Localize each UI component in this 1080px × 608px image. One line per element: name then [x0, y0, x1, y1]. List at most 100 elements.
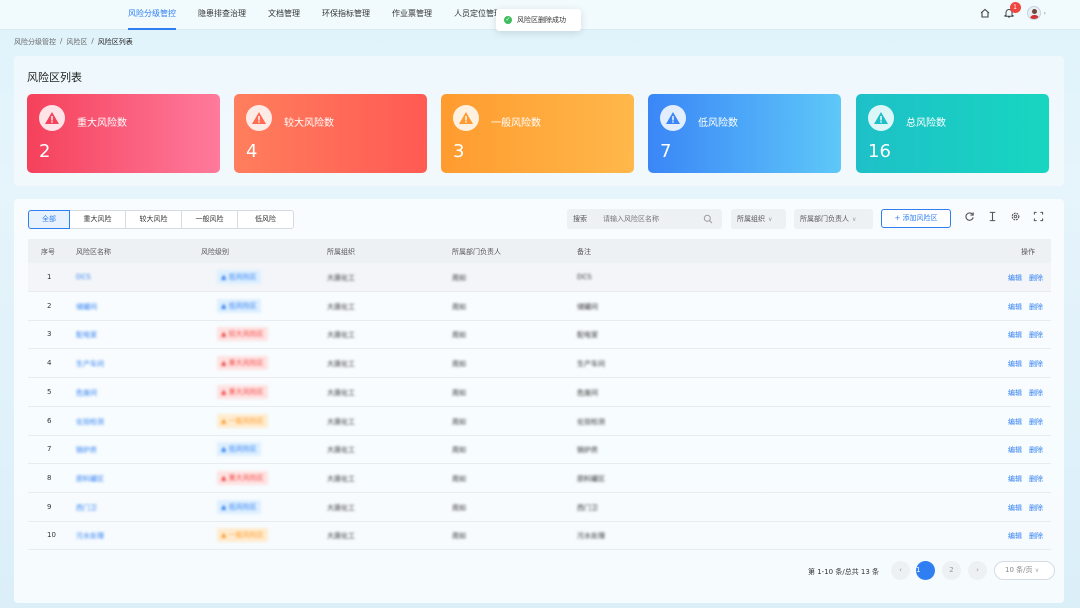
cell-note: 危废间	[577, 388, 598, 397]
cell-name[interactable]: 污水处理	[76, 531, 104, 541]
edit-button[interactable]: 编辑	[1008, 359, 1022, 369]
card-label: 重大风险数	[77, 118, 127, 129]
org-dropdown[interactable]: 所属组织 ∨	[731, 209, 786, 229]
delete-button[interactable]: 删除	[1029, 417, 1043, 427]
risk-level-filter: 全部 重大风险 较大风险 一般风险 低风险	[28, 210, 294, 229]
fullscreen-icon[interactable]	[1033, 211, 1044, 222]
filter-major[interactable]: 重大风险	[69, 210, 126, 229]
cell-name[interactable]: 配电室	[76, 330, 97, 340]
card-label: 一般风险数	[491, 118, 541, 129]
edit-button[interactable]: 编辑	[1008, 531, 1022, 541]
gear-icon[interactable]	[1010, 211, 1021, 222]
cell-note: 污水处理	[577, 532, 605, 541]
header-name: 风险区名称	[76, 248, 111, 256]
pagination: 第 1-10 条/总共 13 条 ‹ 1 2 › 10 条/页 ∨	[0, 560, 1080, 582]
edit-button[interactable]: 编辑	[1008, 302, 1022, 312]
card-large-risk: 较大风险数 4	[234, 94, 427, 173]
cell-name[interactable]: 锅炉房	[76, 445, 97, 455]
row-actions: 编辑 删除	[1008, 474, 1043, 484]
page-2-button[interactable]: 2	[942, 561, 961, 580]
cell-name[interactable]: 化验检测	[76, 417, 104, 427]
filter-general[interactable]: 一般风险	[181, 210, 238, 229]
delete-button[interactable]: 删除	[1029, 503, 1043, 513]
home-icon[interactable]	[979, 7, 991, 19]
filter-low[interactable]: 低风险	[237, 210, 294, 229]
cell-org: 大唐化工	[327, 331, 355, 340]
owner-dropdown[interactable]: 所属部门负责人 ∨	[794, 209, 873, 229]
success-toast: ✓ 风险区删除成功	[496, 9, 581, 31]
cell-note: 配电室	[577, 331, 598, 340]
breadcrumb: 风险分级管控 / 风险区 / 风险区列表	[14, 37, 133, 47]
edit-button[interactable]: 编辑	[1008, 330, 1022, 340]
edit-button[interactable]: 编辑	[1008, 474, 1022, 484]
edit-button[interactable]: 编辑	[1008, 273, 1022, 283]
nav-item-work-permit[interactable]: 作业票管理	[392, 0, 432, 30]
notification-button[interactable]: 1	[1003, 2, 1021, 19]
cell-org: 大唐化工	[327, 503, 355, 512]
refresh-icon[interactable]	[964, 211, 975, 222]
row-actions: 编辑 删除	[1008, 359, 1043, 369]
cell-org: 大唐化工	[327, 388, 355, 397]
warning-icon	[246, 105, 272, 131]
search-input[interactable]	[603, 215, 703, 223]
nav-item-personnel-location[interactable]: 人员定位管理	[454, 0, 502, 30]
breadcrumb-risk-control[interactable]: 风险分级管控	[14, 37, 56, 47]
page-1-button[interactable]: 1	[916, 561, 935, 580]
nav-item-hazard[interactable]: 隐患排查治理	[198, 0, 246, 30]
cell-owner: 周如	[452, 446, 466, 455]
edit-button[interactable]: 编辑	[1008, 445, 1022, 455]
risk-level-tag: ▲ 低风险区	[217, 499, 261, 514]
delete-button[interactable]: 删除	[1029, 359, 1043, 369]
cell-owner: 周如	[452, 503, 466, 512]
chevron-down-icon: ∨	[1034, 567, 1040, 574]
prev-page-button[interactable]: ‹	[891, 561, 910, 580]
edit-button[interactable]: 编辑	[1008, 388, 1022, 398]
cell-note: 化验检测	[577, 417, 605, 426]
search-label: 搜索	[573, 215, 587, 223]
cell-name[interactable]: DCS	[76, 273, 91, 281]
column-height-icon[interactable]	[987, 211, 998, 222]
delete-button[interactable]: 删除	[1029, 531, 1043, 541]
warning-icon	[868, 105, 894, 131]
table-row: 1 DCS ▲ 低风险区 大唐化工 周如 DCS 编辑 删除	[28, 263, 1051, 292]
card-total-risk: 总风险数 16	[856, 94, 1049, 173]
header-owner: 所属部门负责人	[452, 248, 501, 256]
delete-button[interactable]: 删除	[1029, 445, 1043, 455]
cell-name[interactable]: 储罐间	[76, 302, 97, 312]
list-panel: 全部 重大风险 较大风险 一般风险 低风险 搜索 所属组织∨ 所属部门负责人∨ …	[14, 199, 1064, 603]
breadcrumb-risk-area[interactable]: 风险区	[66, 37, 87, 47]
edit-button[interactable]: 编辑	[1008, 417, 1022, 427]
table-row: 7 锅炉房 ▲ 低风险区 大唐化工 周如 锅炉房 编辑 删除	[28, 435, 1051, 465]
delete-button[interactable]: 删除	[1029, 388, 1043, 398]
risk-level-tag: ▲ 重大风险区	[217, 470, 268, 485]
delete-button[interactable]: 删除	[1029, 474, 1043, 484]
warning-icon	[660, 105, 686, 131]
filter-all[interactable]: 全部	[28, 210, 70, 229]
filter-large[interactable]: 较大风险	[125, 210, 182, 229]
cell-name[interactable]: 生产车间	[76, 359, 104, 369]
user-menu-chevron-icon[interactable]: ›	[1044, 10, 1046, 17]
delete-button[interactable]: 删除	[1029, 330, 1043, 340]
nav-item-risk-control[interactable]: 风险分级管控	[128, 0, 176, 30]
cell-name[interactable]: 原料罐区	[76, 474, 104, 484]
row-actions: 编辑 删除	[1008, 388, 1043, 398]
user-avatar[interactable]	[1026, 6, 1041, 20]
cell-name[interactable]: 西门卫	[76, 503, 97, 513]
risk-level-tag: ▲ 低风险区	[217, 442, 261, 457]
delete-button[interactable]: 删除	[1029, 302, 1043, 312]
row-actions: 编辑 删除	[1008, 273, 1043, 283]
delete-button[interactable]: 删除	[1029, 273, 1043, 283]
cell-note: DCS	[577, 273, 592, 281]
nav-item-environment[interactable]: 环保指标管理	[322, 0, 370, 30]
add-risk-area-button[interactable]: + 添加风险区	[881, 209, 951, 228]
search-icon[interactable]	[703, 214, 713, 224]
next-page-button[interactable]: ›	[968, 561, 987, 580]
cell-owner: 周如	[452, 474, 466, 483]
page-size-select[interactable]: 10 条/页 ∨	[994, 561, 1055, 580]
cell-owner: 周如	[452, 302, 466, 311]
cell-name[interactable]: 危废间	[76, 388, 97, 398]
nav-item-documents[interactable]: 文档管理	[268, 0, 300, 30]
cell-owner: 周如	[452, 331, 466, 340]
cell-org: 大唐化工	[327, 302, 355, 311]
edit-button[interactable]: 编辑	[1008, 503, 1022, 513]
